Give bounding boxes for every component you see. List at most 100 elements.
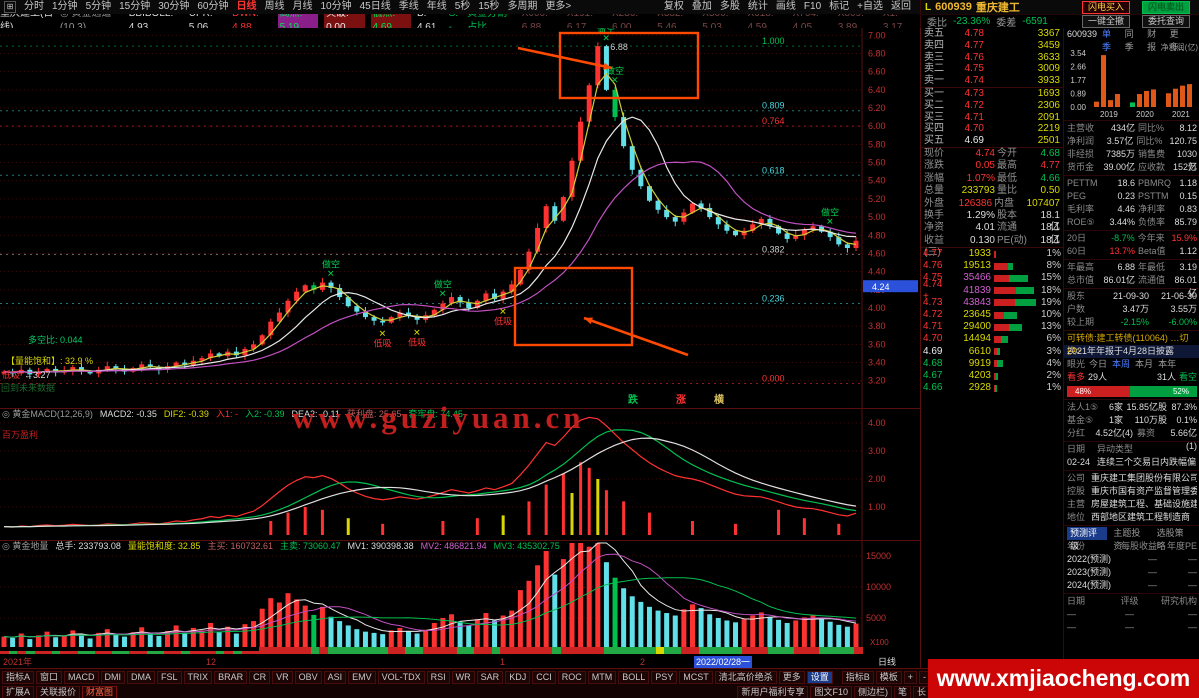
bottom-indicator-7[interactable]: BRAR (214, 671, 247, 684)
bottom-indicator-21[interactable]: BOLL (618, 671, 649, 684)
ladder-row-3[interactable]: 4.74 +4183918% (921, 285, 1063, 297)
order-book-row-7[interactable]: 买三4.712091 (921, 112, 1063, 124)
bottom-indicator-5[interactable]: FSL (157, 671, 182, 684)
bottom-indicator-0[interactable]: 指标A (2, 671, 34, 684)
period-item-15[interactable]: 多周期 (503, 0, 541, 14)
order-book-row-5[interactable]: 买一4.731693 (921, 87, 1063, 100)
flash-buy-button[interactable]: 闪电买入 (1082, 1, 1130, 14)
bottom-ext-item-2[interactable]: 财富图 (82, 686, 117, 698)
main-price-chart[interactable]: 7.006.806.606.406.206.005.805.605.405.20… (0, 28, 920, 408)
bottom-indicator-20[interactable]: MTM (588, 671, 617, 684)
order-book-row-6[interactable]: 买二4.722306 (921, 100, 1063, 112)
tool-item-8[interactable]: 返回 (887, 0, 915, 14)
sentiment-tab-1[interactable]: 本周 (1112, 358, 1130, 371)
sentiment-tab-0[interactable]: 今日 (1089, 358, 1107, 371)
period-item-13[interactable]: 5秒 (451, 0, 475, 14)
tool-item-2[interactable]: 多股 (716, 0, 744, 14)
finance-tab-3[interactable]: 更多.. (1170, 28, 1192, 41)
tool-item-7[interactable]: +自选 (853, 0, 887, 14)
ladder-row-0[interactable]: 4.7719331% (921, 248, 1063, 260)
bottom-indicator-26[interactable]: 设置 (807, 671, 833, 684)
period-item-9[interactable]: 10分钟 (317, 0, 356, 14)
order-book-row-4[interactable]: 卖一4.743933 (921, 75, 1063, 87)
order-book-row-1[interactable]: 卖四4.773459 (921, 40, 1063, 52)
period-item-5[interactable]: 60分钟 (193, 0, 232, 14)
finance-tab-2[interactable]: 财报 (1147, 28, 1165, 41)
forecast-tab-1[interactable]: 主题投资 (1110, 527, 1150, 540)
flash-sell-button[interactable]: 闪电卖出 (1142, 1, 1190, 14)
bottom-indicator-6[interactable]: TRIX (184, 671, 213, 684)
ladder-row-6[interactable]: 4.712940013% (921, 321, 1063, 333)
bottom-indicator-17[interactable]: KDJ (505, 671, 530, 684)
tool-item-6[interactable]: 标记 (825, 0, 853, 14)
bottom-indicator-11[interactable]: ASI (324, 671, 347, 684)
bottom-indicator-19[interactable]: ROC (558, 671, 586, 684)
order-book-row-2[interactable]: 卖三4.763633 (921, 52, 1063, 64)
bottom-indicator-16[interactable]: SAR (477, 671, 504, 684)
tool-item-0[interactable]: 复权 (660, 0, 688, 14)
ladder-row-8[interactable]: 4.6966103% (921, 346, 1063, 358)
bottom-indicator-12[interactable]: EMV (348, 671, 376, 684)
bottom-indicator-14[interactable]: RSI (427, 671, 450, 684)
bottom-promo-item-1[interactable]: 图文F10 (810, 686, 852, 698)
ladder-row-5[interactable]: 4.722364510% (921, 309, 1063, 321)
tool-item-4[interactable]: 画线 (772, 0, 800, 14)
convertible-bond-row[interactable]: 可转债:建工转债(110064) …切换> (1064, 332, 1199, 345)
bottom-promo-item-0[interactable]: 新用户福利专享 (737, 686, 808, 698)
bottom-right-item-2[interactable]: + (904, 671, 917, 684)
sentiment-tab-2[interactable]: 本月 (1135, 358, 1153, 371)
bottom-indicator-25[interactable]: 更多 (779, 671, 805, 684)
order-book-row-8[interactable]: 买四4.702219 (921, 123, 1063, 135)
bottom-promo-item-2[interactable]: 侧边栏) (854, 686, 892, 698)
bottom-indicator-9[interactable]: VR (272, 671, 293, 684)
ladder-row-11[interactable]: 4.6629281% (921, 382, 1063, 394)
finance-tab-1[interactable]: 同季 (1125, 28, 1143, 41)
bottom-indicator-3[interactable]: DMI (101, 671, 126, 684)
ladder-row-9[interactable]: 4.6899194% (921, 358, 1063, 370)
bottom-indicator-13[interactable]: VOL-TDX (378, 671, 425, 684)
bottom-right-item-1[interactable]: 模板 (876, 671, 902, 684)
period-item-3[interactable]: 15分钟 (115, 0, 154, 14)
period-item-8[interactable]: 月线 (289, 0, 317, 14)
bottom-ext-item-1[interactable]: 关联报价 (36, 686, 80, 698)
finance-tab-0[interactable]: 单季 (1102, 28, 1120, 41)
overview-strip[interactable] (0, 647, 862, 655)
bottom-indicator-4[interactable]: DMA (127, 671, 155, 684)
tool-item-5[interactable]: F10 (800, 0, 825, 14)
period-item-11[interactable]: 季线 (395, 0, 423, 14)
period-item-6[interactable]: 日线 (233, 0, 261, 14)
bottom-indicator-8[interactable]: CR (249, 671, 270, 684)
order-book-row-9[interactable]: 买五4.692501 (921, 135, 1063, 147)
period-item-10[interactable]: 45日线 (356, 0, 395, 14)
period-item-4[interactable]: 30分钟 (154, 0, 193, 14)
bottom-indicator-2[interactable]: MACD (64, 671, 99, 684)
period-item-0[interactable]: 分时 (20, 0, 48, 14)
period-item-16[interactable]: 更多> (541, 0, 575, 14)
bottom-indicator-10[interactable]: OBV (295, 671, 322, 684)
bottom-indicator-23[interactable]: MCST (679, 671, 713, 684)
bottom-right-item-0[interactable]: 指标B (842, 671, 874, 684)
order-book-row-3[interactable]: 卖二4.753009 (921, 63, 1063, 75)
ladder-row-10[interactable]: 4.6742032% (921, 370, 1063, 382)
ladder-row-1[interactable]: 4.76195138% (921, 260, 1063, 272)
bottom-promo-item-3[interactable]: 笔 (894, 686, 911, 698)
sentiment-tab-3[interactable]: 本年 (1158, 358, 1176, 371)
period-item-2[interactable]: 5分钟 (82, 0, 116, 14)
bottom-ext-item-0[interactable]: 扩展A (2, 686, 34, 698)
tool-item-3[interactable]: 统计 (744, 0, 772, 14)
period-item-14[interactable]: 15秒 (474, 0, 503, 14)
order-book-row-0[interactable]: 卖五4.783367 (921, 28, 1063, 40)
ladder-row-7[interactable]: 4.70144946% (921, 333, 1063, 345)
ladder-row-4[interactable]: 4.734384319% (921, 297, 1063, 309)
bottom-indicator-1[interactable]: 窗口 (36, 671, 62, 684)
event-row-0[interactable]: 02-24连续三个交易日内跌幅偏… (1064, 456, 1199, 469)
volume-panel[interactable]: 15000100005000X100 (0, 540, 920, 647)
period-item-1[interactable]: 1分钟 (48, 0, 82, 14)
bottom-indicator-18[interactable]: CCI (532, 671, 556, 684)
bottom-indicator-22[interactable]: PSY (651, 671, 677, 684)
grid-icon[interactable]: ⊞ (4, 1, 16, 13)
period-item-7[interactable]: 周线 (261, 0, 289, 14)
bottom-indicator-15[interactable]: WR (452, 671, 475, 684)
period-item-12[interactable]: 年线 (423, 0, 451, 14)
forecast-tab-2[interactable]: 选股策略 (1154, 527, 1194, 540)
